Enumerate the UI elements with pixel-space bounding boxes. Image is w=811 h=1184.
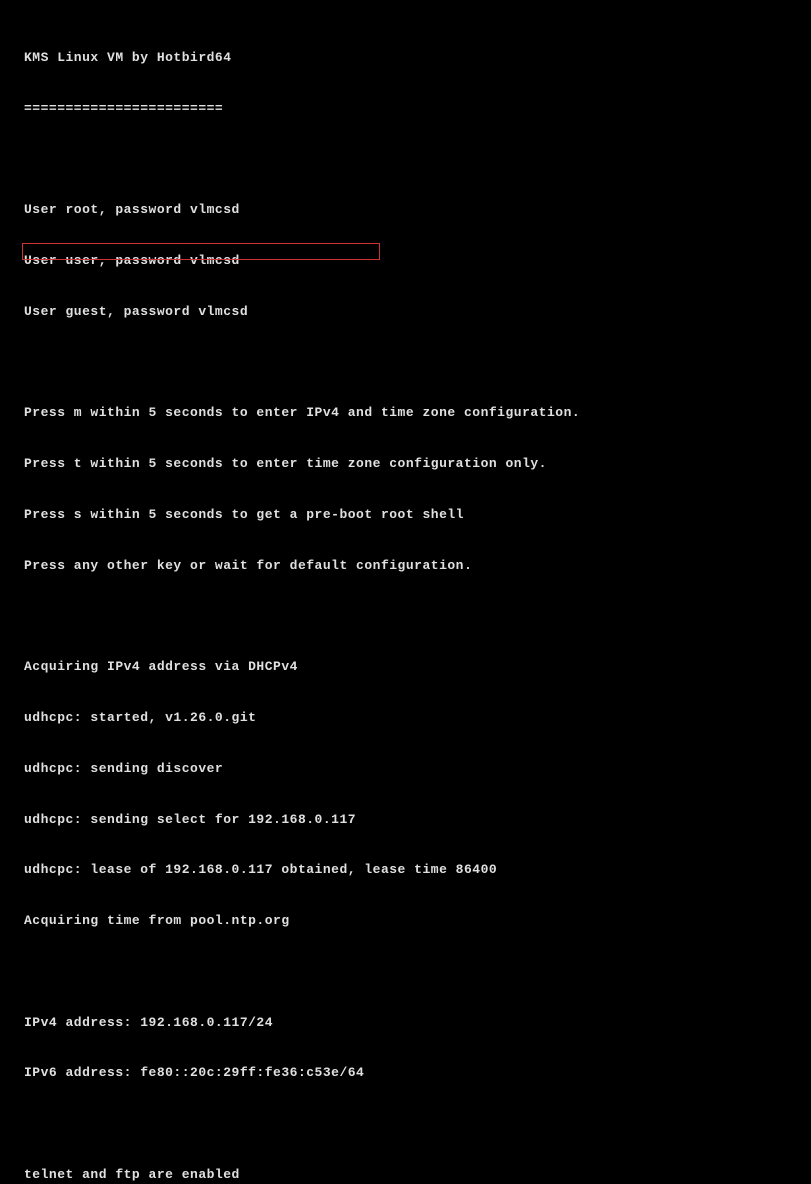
blank-line [24, 608, 787, 625]
vm-title: KMS Linux VM by Hotbird64 [24, 50, 787, 67]
ipv6-address: IPv6 address: fe80::20c:29ff:fe36:c53e/6… [24, 1065, 787, 1082]
ipv4-address: IPv4 address: 192.168.0.117/24 [24, 1015, 787, 1032]
blank-line [24, 964, 787, 981]
instruction-line: Press s within 5 seconds to get a pre-bo… [24, 507, 787, 524]
separator: ======================== [24, 101, 787, 118]
instruction-line: Press m within 5 seconds to enter IPv4 a… [24, 405, 787, 422]
dhcp-line: Acquiring IPv4 address via DHCPv4 [24, 659, 787, 676]
terminal-output: KMS Linux VM by Hotbird64 ==============… [24, 16, 787, 1184]
dhcp-line: udhcpc: started, v1.26.0.git [24, 710, 787, 727]
dhcp-line: udhcpc: lease of 192.168.0.117 obtained,… [24, 862, 787, 879]
user-cred-line: User root, password vlmcsd [24, 202, 787, 219]
blank-line [24, 1116, 787, 1133]
user-cred-line: User guest, password vlmcsd [24, 304, 787, 321]
instruction-line: Press t within 5 seconds to enter time z… [24, 456, 787, 473]
blank-line [24, 151, 787, 168]
services-line: telnet and ftp are enabled [24, 1167, 787, 1184]
blank-line [24, 354, 787, 371]
dhcp-line: udhcpc: sending discover [24, 761, 787, 778]
user-cred-line: User user, password vlmcsd [24, 253, 787, 270]
instruction-line: Press any other key or wait for default … [24, 558, 787, 575]
dhcp-line: Acquiring time from pool.ntp.org [24, 913, 787, 930]
dhcp-highlighted-line: udhcpc: sending select for 192.168.0.117 [24, 812, 787, 829]
